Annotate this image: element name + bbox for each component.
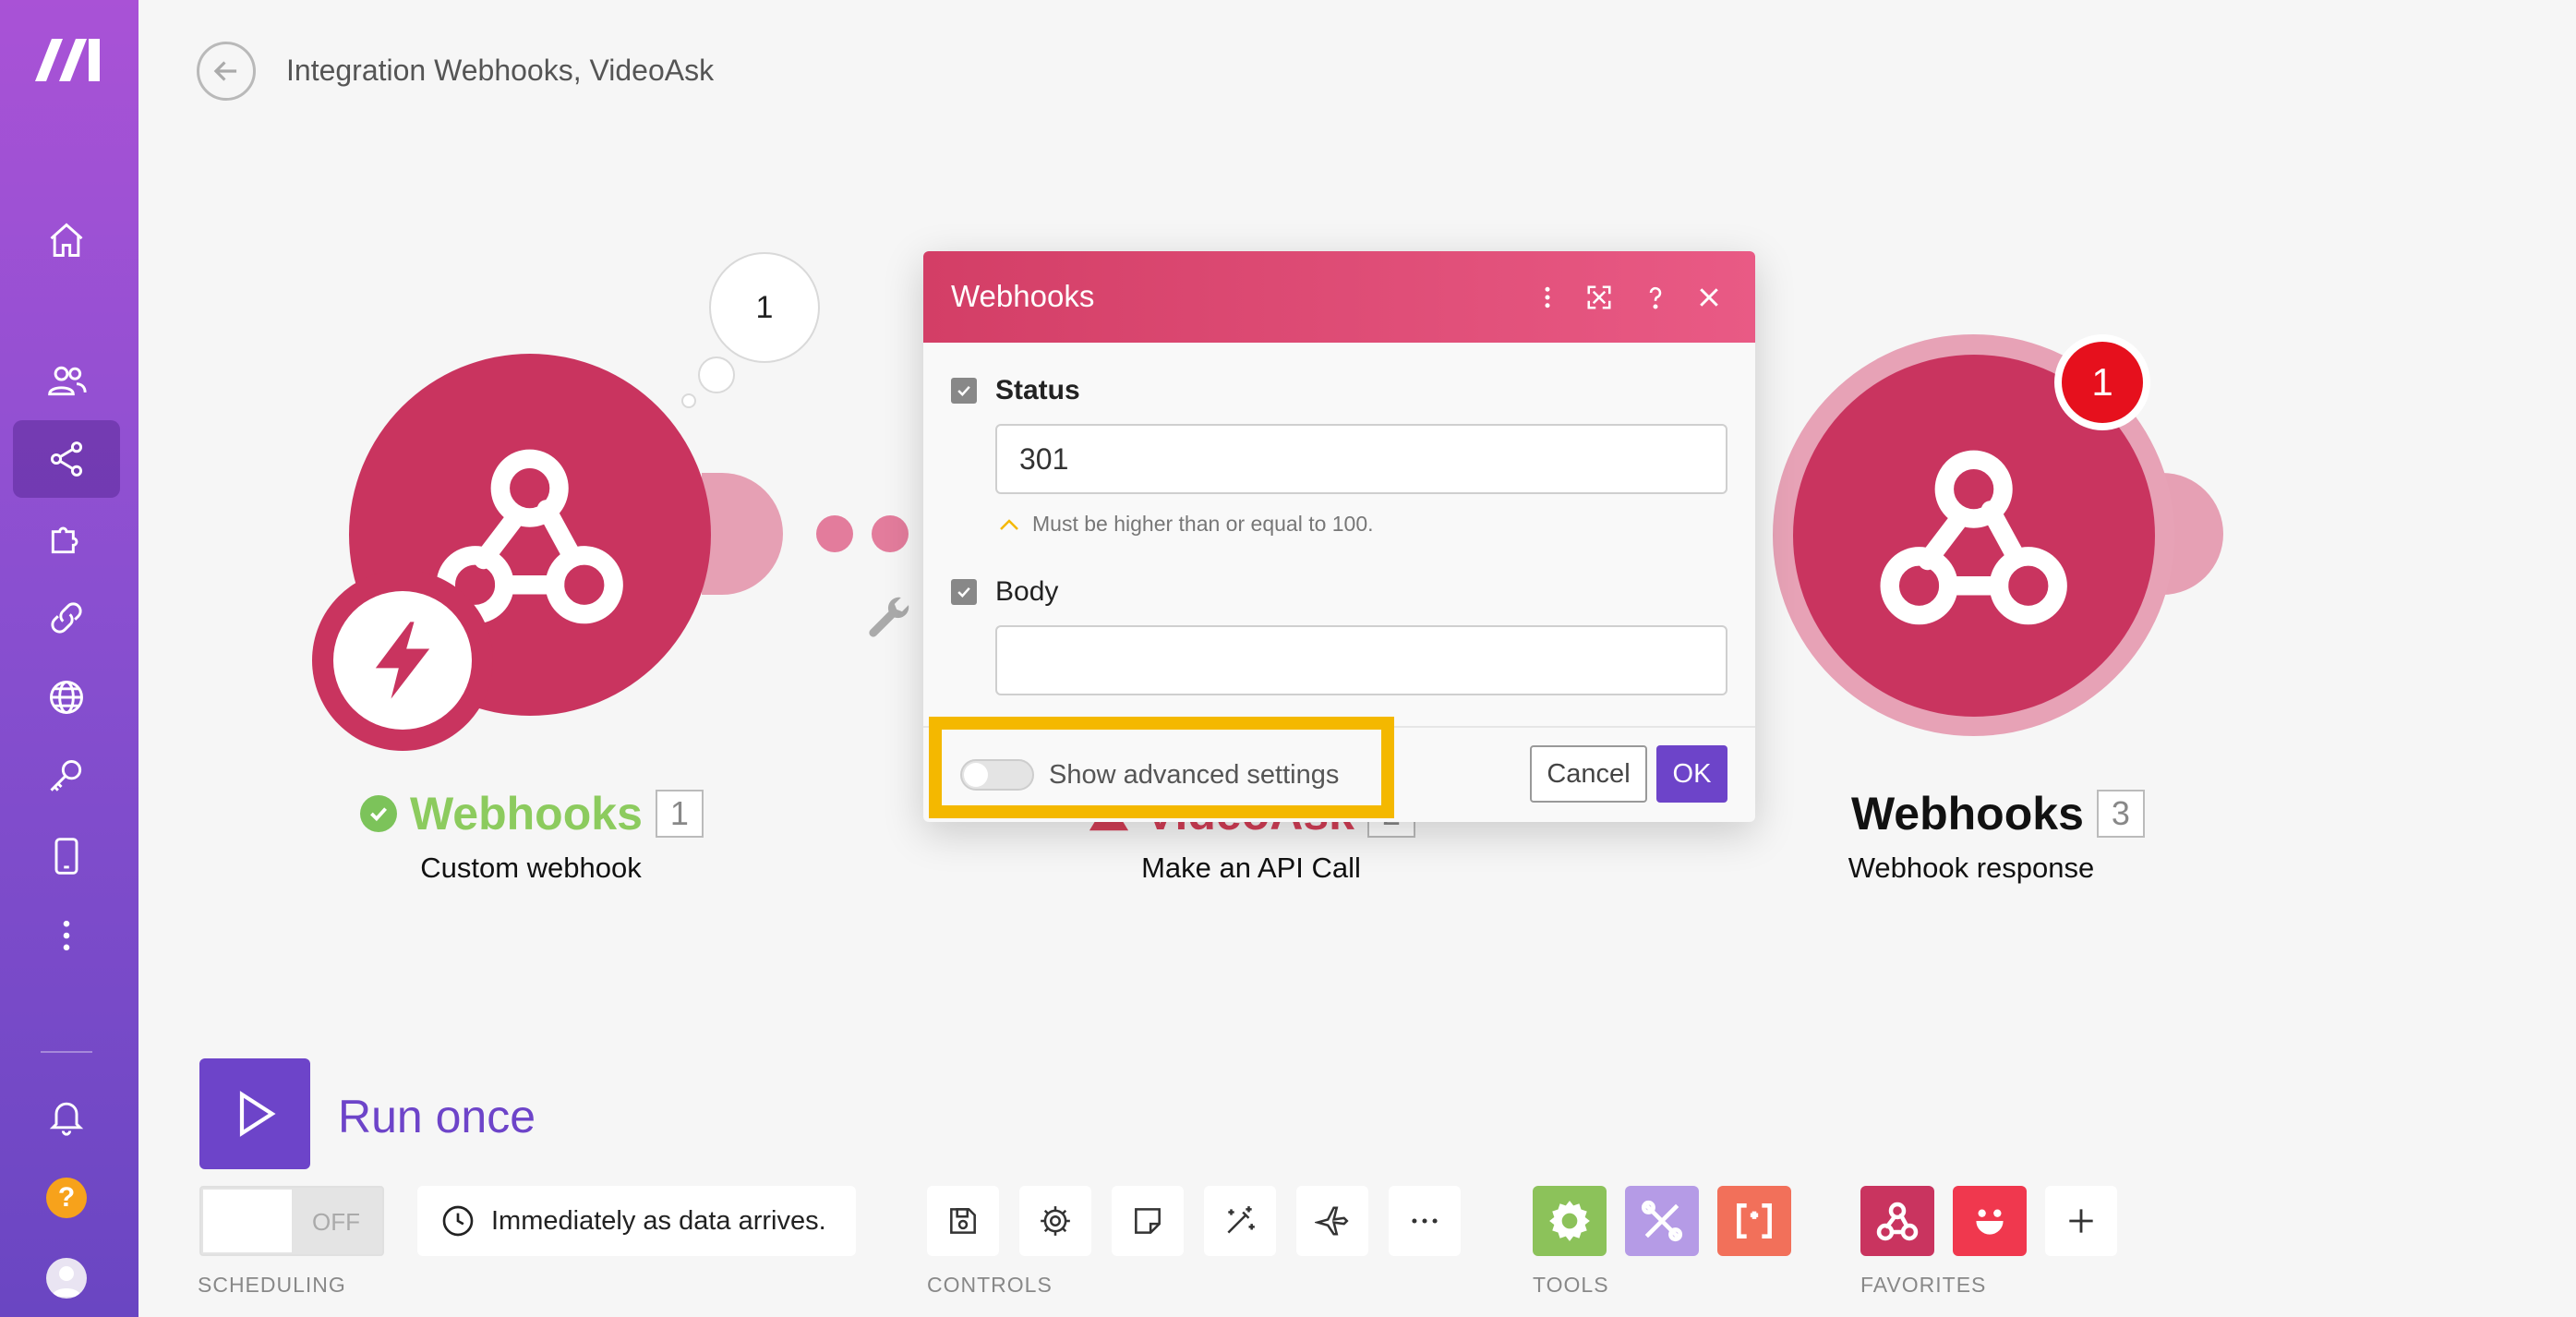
favorites-section-label: FAVORITES — [1860, 1273, 1987, 1297]
favorite-webhooks-button[interactable] — [1860, 1186, 1934, 1256]
keys-icon[interactable] — [39, 749, 94, 804]
body-checkbox[interactable] — [951, 579, 977, 605]
apps-puzzle-icon[interactable] — [39, 511, 94, 566]
explain-flow-button[interactable] — [1296, 1186, 1368, 1256]
save-icon — [950, 1208, 976, 1234]
cancel-button[interactable]: Cancel — [1530, 745, 1647, 803]
controls-section-label: CONTROLS — [927, 1273, 1053, 1297]
gear-icon — [1041, 1206, 1070, 1236]
route-dot — [816, 515, 853, 552]
magic-wand-icon — [1227, 1206, 1255, 1234]
body-label: Body — [995, 576, 1059, 607]
run-once-button[interactable] — [199, 1058, 310, 1169]
run-once-label[interactable]: Run once — [338, 1090, 536, 1143]
route-dot — [872, 515, 909, 552]
flow-control-button[interactable] — [1625, 1186, 1699, 1256]
help-icon[interactable]: ? — [46, 1178, 87, 1218]
make-logo[interactable] — [31, 35, 103, 85]
more-horizontal-icon — [1412, 1218, 1438, 1224]
advanced-settings-highlight — [929, 717, 1394, 818]
airplane-icon — [1315, 1206, 1349, 1236]
body-input[interactable] — [995, 625, 1727, 695]
dialog-title: Webhooks — [951, 279, 1095, 313]
status-label: Status — [995, 375, 1080, 405]
home-icon[interactable] — [39, 212, 94, 268]
sidebar: ? — [0, 0, 138, 1317]
webhook-icon — [1880, 450, 2067, 625]
bubble-dot-medium — [698, 356, 735, 393]
module-1-id: 1 — [655, 790, 704, 838]
note-icon — [1135, 1208, 1161, 1234]
scenario-settings-button[interactable] — [1019, 1186, 1091, 1256]
status-checkbox[interactable] — [951, 378, 977, 404]
scheduling-toggle-knob — [203, 1190, 292, 1252]
save-button[interactable] — [927, 1186, 999, 1256]
notifications-bell-icon[interactable] — [39, 1088, 94, 1143]
plus-icon — [2069, 1209, 2093, 1233]
connections-link-icon[interactable] — [39, 590, 94, 646]
wrench-icon[interactable] — [863, 591, 915, 643]
more-vertical-icon[interactable] — [39, 908, 94, 963]
more-controls-button[interactable] — [1389, 1186, 1461, 1256]
team-icon[interactable] — [39, 353, 94, 408]
dialog-close-icon[interactable] — [1691, 279, 1727, 316]
chevron-up-icon — [1000, 518, 1018, 530]
status-validation-hint: Must be higher than or equal to 100. — [999, 512, 1374, 537]
module-1-title: Webhooks 1 — [360, 787, 704, 840]
text-parser-button[interactable] — [1717, 1186, 1791, 1256]
module-3-id: 3 — [2096, 790, 2145, 838]
tools-section-label: TOOLS — [1533, 1273, 1609, 1297]
webhook-icon — [1876, 1202, 1919, 1241]
avatar[interactable] — [46, 1258, 87, 1299]
lightning-icon — [375, 622, 430, 699]
module-1-subtitle: Custom webhook — [420, 852, 642, 884]
success-check-icon — [360, 795, 397, 832]
smiley-icon — [1976, 1209, 2004, 1235]
module-1-connector[interactable] — [702, 473, 783, 595]
operations-count-bubble[interactable]: 1 — [709, 252, 820, 363]
scheduling-state: OFF — [312, 1208, 360, 1236]
module-1-name: Webhooks — [410, 788, 643, 840]
notes-button[interactable] — [1112, 1186, 1184, 1256]
module-3-subtitle: Webhook response — [1848, 852, 2095, 884]
scheduling-toggle[interactable]: OFF — [199, 1186, 384, 1256]
status-input[interactable] — [995, 424, 1727, 494]
scenarios-share-icon[interactable] — [39, 431, 94, 487]
crossed-tools-icon — [1641, 1200, 1683, 1242]
clock-icon — [442, 1205, 474, 1237]
favorite-videoask-button[interactable] — [1953, 1186, 2027, 1256]
module-3-title: Webhooks 3 — [1851, 787, 2145, 840]
bubble-dot-small — [681, 393, 696, 408]
dialog-more-icon[interactable] — [1529, 279, 1566, 316]
instant-trigger-badge — [312, 570, 493, 751]
auto-align-button[interactable] — [1204, 1186, 1276, 1256]
play-icon — [239, 1091, 276, 1137]
webhooks-globe-icon[interactable] — [39, 670, 94, 725]
module-2-subtitle: Make an API Call — [1141, 852, 1361, 884]
dialog-header: Webhooks — [923, 251, 1755, 343]
module-3-name: Webhooks — [1851, 788, 2084, 840]
tools-gear-button[interactable] — [1533, 1186, 1607, 1256]
dialog-help-icon[interactable] — [1637, 279, 1674, 316]
add-favorite-button[interactable] — [2045, 1186, 2117, 1256]
sidebar-divider — [41, 1051, 92, 1053]
scheduling-settings-button[interactable]: Immediately as data arrives. — [417, 1186, 856, 1256]
scheduling-section-label: SCHEDULING — [198, 1273, 346, 1297]
page-title: Integration Webhooks, VideoAsk — [286, 54, 715, 87]
gear-icon — [1549, 1201, 1590, 1241]
dialog-expand-icon[interactable] — [1581, 279, 1618, 316]
error-count-badge[interactable]: 1 — [2054, 334, 2150, 430]
brackets-icon — [1737, 1203, 1772, 1238]
ok-button[interactable]: OK — [1656, 745, 1727, 803]
devices-mobile-icon[interactable] — [39, 828, 94, 884]
back-button[interactable] — [197, 42, 256, 101]
